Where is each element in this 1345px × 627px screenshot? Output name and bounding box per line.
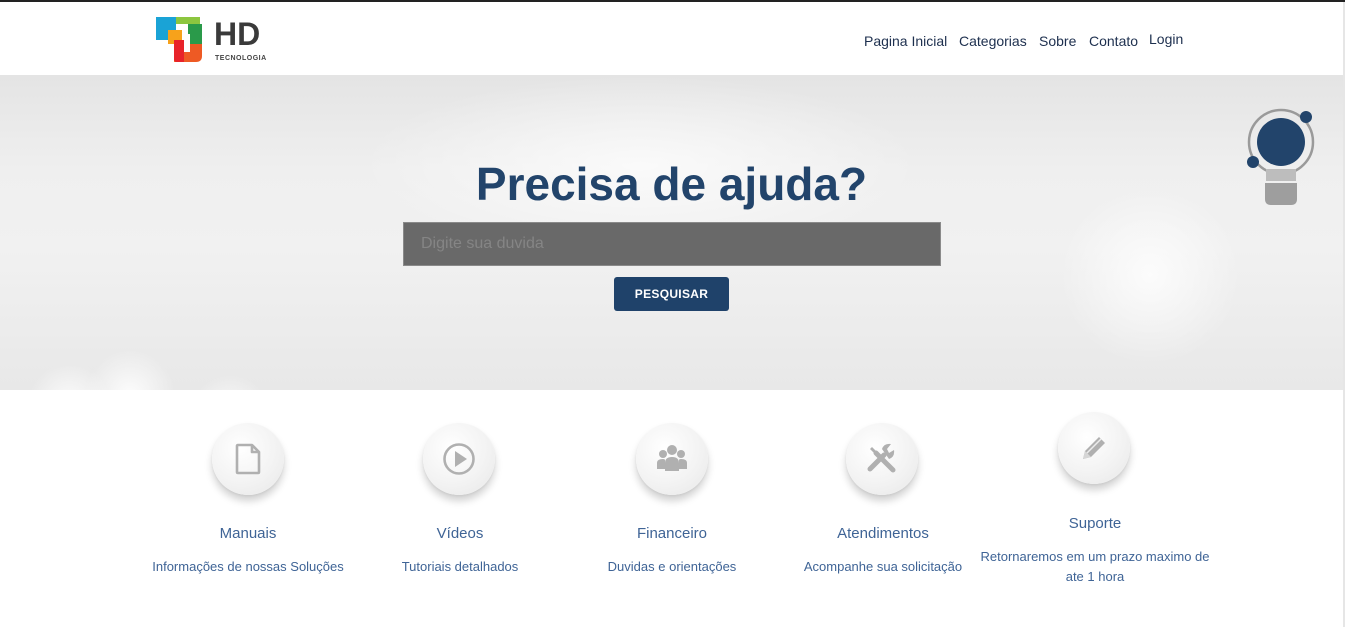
feature-title: Atendimentos bbox=[837, 525, 929, 542]
feature-title: Vídeos bbox=[436, 525, 484, 542]
hero-banner: Precisa de ajuda? PESQUISAR bbox=[0, 75, 1343, 390]
feature-title: Suporte bbox=[1068, 515, 1122, 532]
feature-icon-circle[interactable] bbox=[212, 423, 284, 495]
logo-subtitle: TECNOLOGIA bbox=[215, 55, 267, 62]
play-icon bbox=[443, 443, 475, 475]
tools-icon bbox=[867, 443, 896, 473]
logo-mark-icon bbox=[156, 17, 202, 62]
nav-login[interactable]: Login bbox=[1149, 31, 1183, 47]
feature-title: Manuais bbox=[219, 525, 277, 542]
nav-sobre[interactable]: Sobre bbox=[1039, 33, 1076, 49]
search-button[interactable]: PESQUISAR bbox=[614, 277, 729, 311]
nav-pagina-inicial[interactable]: Pagina Inicial bbox=[864, 33, 947, 49]
nav-categorias[interactable]: Categorias bbox=[959, 33, 1027, 49]
feature-description: Retornaremos em um prazo maximo de ate 1… bbox=[980, 549, 1210, 584]
logo[interactable]: HD TECNOLOGIA bbox=[154, 14, 274, 66]
logo-name: HD bbox=[214, 16, 261, 52]
feature-description: Acompanhe sua solicitação bbox=[803, 559, 963, 574]
lightbulb-icon bbox=[1247, 108, 1315, 205]
feature-description: Tutoriais detalhados bbox=[401, 559, 519, 574]
nav-contato[interactable]: Contato bbox=[1089, 33, 1138, 49]
feature-icon-circle[interactable] bbox=[846, 423, 918, 495]
site-header: HD TECNOLOGIA Pagina Inicial Categorias … bbox=[0, 2, 1343, 75]
feature-icon-circle[interactable] bbox=[423, 423, 495, 495]
hero-title: Precisa de ajuda? bbox=[475, 158, 868, 210]
pencil-icon bbox=[1083, 437, 1105, 459]
feature-description: Informações de nossas Soluções bbox=[152, 559, 344, 574]
feature-icon-circle[interactable] bbox=[636, 423, 708, 495]
users-icon bbox=[657, 445, 687, 471]
feature-icon-circle[interactable] bbox=[1058, 412, 1130, 484]
document-icon bbox=[235, 443, 261, 475]
search-input[interactable] bbox=[403, 222, 941, 266]
feature-title: Financeiro bbox=[636, 525, 708, 542]
feature-description: Duvidas e orientações bbox=[607, 559, 737, 574]
